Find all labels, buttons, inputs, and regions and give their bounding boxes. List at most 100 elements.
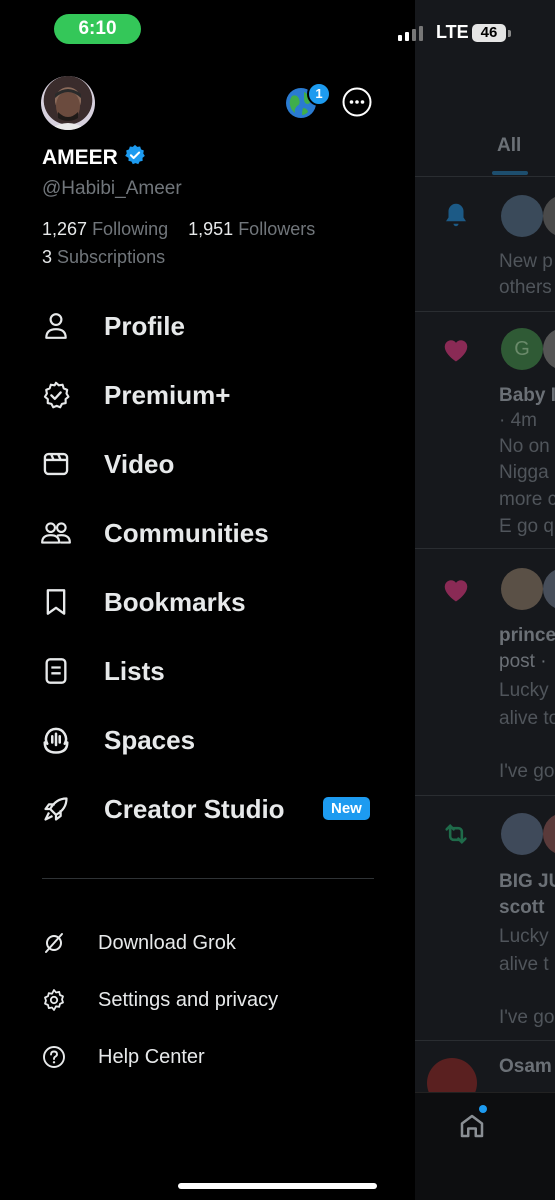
- menu-item-label: Help Center: [98, 1045, 205, 1068]
- avatar: [501, 813, 543, 855]
- avatar[interactable]: [41, 76, 95, 130]
- communities-icon: [40, 517, 72, 549]
- notification-title: Osam: [499, 1056, 552, 1077]
- subscriptions-count: 3: [42, 247, 53, 267]
- help-icon: [40, 1043, 68, 1071]
- menu-item-label: Premium+: [104, 379, 231, 410]
- notification-text: New p: [499, 251, 553, 272]
- menu-item-label: Download Grok: [98, 931, 236, 954]
- menu-item-label: Video: [104, 448, 175, 479]
- notification-text: I've go: [499, 761, 555, 782]
- rocket-icon: [40, 793, 72, 825]
- grok-icon: [40, 929, 68, 957]
- notification-text: alive t: [499, 954, 549, 975]
- followers-link[interactable]: 1,951 Followers: [188, 219, 315, 239]
- home-indicator[interactable]: [178, 1183, 377, 1189]
- notification-text: Lucky: [499, 680, 549, 701]
- menu-item-label: Creator Studio: [104, 793, 285, 824]
- menu-item-download-grok[interactable]: Download Grok: [40, 928, 380, 958]
- notification-text: I've go: [499, 1007, 555, 1028]
- more-options-icon[interactable]: [342, 87, 372, 117]
- notification-text: No on: [499, 436, 550, 457]
- notification-text: Lucky: [499, 926, 549, 947]
- status-time: 6:10: [54, 14, 141, 44]
- menu-item-video[interactable]: Video: [40, 444, 380, 484]
- spaces-icon: [40, 724, 72, 756]
- menu-item-lists[interactable]: Lists: [40, 651, 380, 691]
- notification-title: Baby I: [499, 385, 555, 406]
- followers-count: 1,951: [188, 219, 234, 239]
- status-bar: 6:10 LTE 46: [0, 0, 555, 62]
- tab-all[interactable]: All: [497, 135, 521, 157]
- menu-item-communities[interactable]: Communities: [40, 513, 380, 553]
- notification-badge: 1: [307, 82, 331, 106]
- notification-title: scott: [499, 897, 545, 918]
- menu-item-premium[interactable]: Premium+: [40, 375, 380, 415]
- avatar: [543, 195, 555, 237]
- heart-icon: [441, 335, 471, 368]
- repost-icon: [441, 820, 471, 853]
- network-type: LTE: [436, 22, 469, 42]
- following-count: 1,267: [42, 219, 88, 239]
- avatar: [501, 568, 543, 610]
- avatar: [543, 568, 555, 610]
- home-icon[interactable]: [457, 1111, 487, 1146]
- heart-icon: [441, 575, 471, 608]
- menu-item-label: Lists: [104, 655, 165, 686]
- verified-badge-icon: [124, 144, 146, 171]
- gear-icon: [40, 986, 68, 1014]
- menu-item-creator-studio[interactable]: Creator Studio New: [40, 789, 380, 829]
- notification-text: alive to: [499, 708, 555, 729]
- person-icon: [40, 310, 72, 342]
- battery-icon: [508, 30, 511, 37]
- unread-dot: [479, 1105, 487, 1113]
- premium-badge-icon: [40, 379, 72, 411]
- menu-item-label: Communities: [104, 517, 269, 548]
- notification-text: more c: [499, 489, 555, 510]
- divider: [415, 176, 555, 177]
- avatar: G: [501, 328, 543, 370]
- notification-time: · 4m: [499, 410, 537, 431]
- menu-item-spaces[interactable]: Spaces: [40, 720, 380, 760]
- divider: [415, 1040, 555, 1041]
- notification-text: others: [499, 277, 552, 298]
- notification-title: prince: [499, 625, 555, 646]
- menu-item-label: Bookmarks: [104, 586, 246, 617]
- following-label: Following: [92, 219, 169, 239]
- menu-item-settings[interactable]: Settings and privacy: [40, 985, 380, 1015]
- signal-icon: [398, 26, 423, 41]
- menu-divider: [42, 878, 374, 879]
- list-icon: [40, 655, 72, 687]
- menu-item-label: Profile: [104, 310, 185, 341]
- tab-underline: [492, 171, 528, 175]
- menu-item-bookmarks[interactable]: Bookmarks: [40, 582, 380, 622]
- notification-text: post ·: [499, 651, 547, 672]
- subscriptions-label: Subscriptions: [57, 247, 166, 267]
- divider: [415, 548, 555, 549]
- video-icon: [40, 448, 72, 480]
- subscriptions-link[interactable]: 3 Subscriptions: [42, 247, 165, 268]
- menu-item-help-center[interactable]: Help Center: [40, 1042, 380, 1072]
- notification-text: E go q: [499, 516, 554, 537]
- avatar: [543, 328, 555, 370]
- divider: [415, 311, 555, 312]
- profile-name: AMEER: [42, 145, 118, 169]
- following-link[interactable]: 1,267 Following: [42, 219, 168, 239]
- bell-icon: [441, 200, 471, 235]
- follow-stats: 1,267 Following 1,951 Followers: [42, 219, 315, 240]
- menu-item-profile[interactable]: Profile: [40, 306, 380, 346]
- side-drawer: 1 AMEER @Habibi_Ameer 1,267 Following 1,…: [0, 0, 415, 1200]
- notifications-feed-background: All New p others G Baby I · 4m No on Nig…: [415, 0, 555, 1200]
- menu-item-label: Spaces: [104, 724, 196, 755]
- notification-title: BIG JU: [499, 871, 555, 892]
- followers-label: Followers: [238, 219, 316, 239]
- profile-handle: @Habibi_Ameer: [42, 178, 182, 199]
- profile-name-row[interactable]: AMEER: [42, 144, 146, 171]
- new-badge: New: [323, 797, 370, 820]
- divider: [415, 795, 555, 796]
- bookmark-icon: [40, 586, 72, 618]
- notification-text: Nigga: [499, 462, 549, 483]
- menu-item-label: Settings and privacy: [98, 988, 279, 1011]
- avatar: [543, 813, 555, 855]
- avatar: [501, 195, 543, 237]
